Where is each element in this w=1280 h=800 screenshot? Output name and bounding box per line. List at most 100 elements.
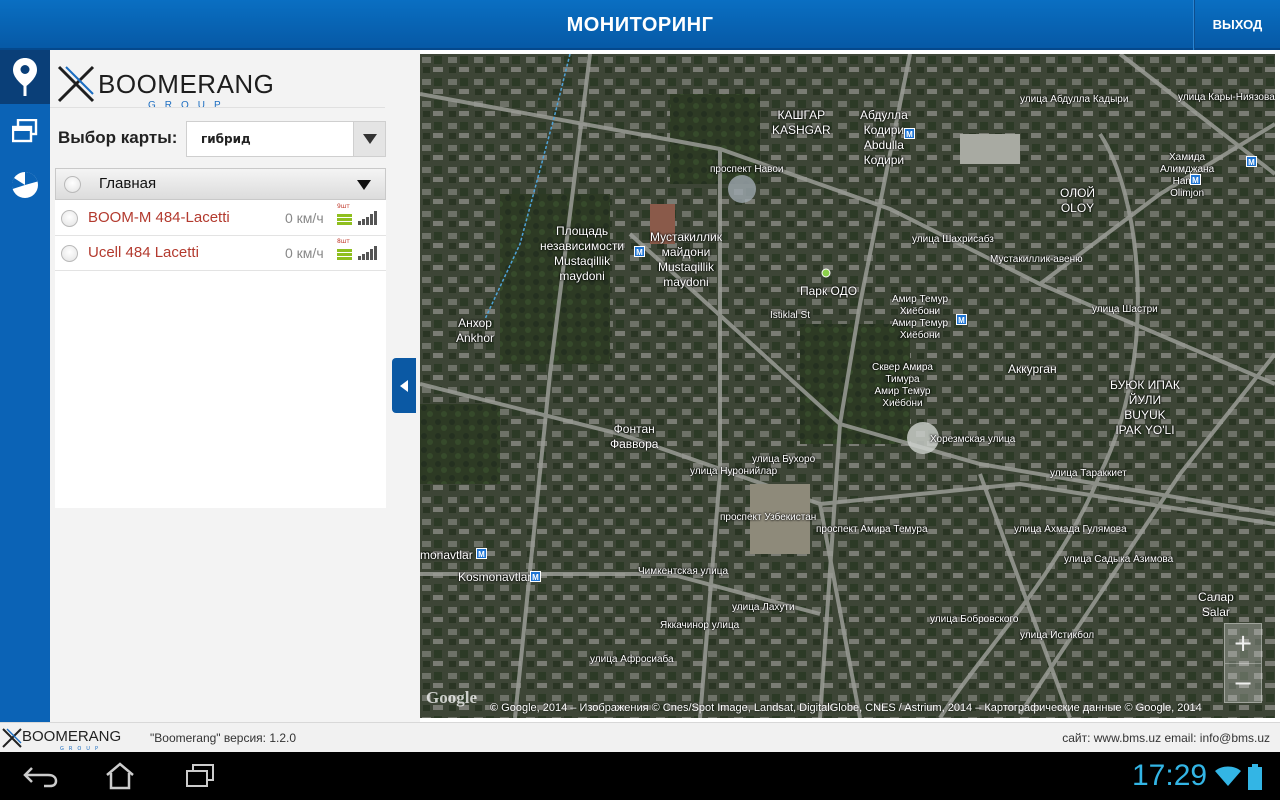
map-type-select[interactable]: гибрид (186, 121, 386, 157)
app-footer: BOOMERANG GROUP "Boomerang" версия: 1.2.… (0, 722, 1280, 752)
pie-chart-icon (11, 172, 38, 198)
map-label: Чимкентская улица (638, 566, 729, 577)
map-label: КАШГАР KASHGAR (772, 108, 831, 137)
map-label: улица Кары-Ниязова (1178, 92, 1275, 103)
zoom-out-button[interactable]: − (1225, 663, 1261, 702)
nav-windows-button[interactable] (0, 104, 50, 158)
page-title: МОНИТОРИНГ (566, 14, 714, 36)
caret-down-icon[interactable] (357, 180, 371, 190)
zoom-controls: + − (1224, 623, 1262, 703)
group-header[interactable]: Главная (55, 168, 386, 200)
collapse-panel-button[interactable] (392, 358, 416, 413)
vehicle-row[interactable]: Ucell 484 Lacetti 0 км/ч 8шт (55, 236, 386, 271)
side-nav-rail (0, 50, 50, 722)
map-label: Istiklal St (770, 310, 811, 321)
map-label: Парк ОДО (800, 284, 858, 298)
vehicle-speed: 0 км/ч (285, 210, 324, 226)
caret-down-icon (362, 134, 377, 144)
map-label: улица Бобровского (930, 614, 1019, 625)
map-label: улица Тараккиет (1050, 468, 1127, 479)
map-label: улица Абдулла Кадыри (1020, 94, 1129, 105)
footer-logo-text: BOOMERANG (22, 728, 122, 745)
satellite-indicator: 9шт (337, 203, 353, 227)
signal-strength-icon (358, 246, 377, 260)
map-label: проспект Узбекистан (720, 512, 817, 523)
satellite-indicator: 8шт (337, 238, 353, 262)
status-clock: 17:29 (1132, 759, 1208, 792)
map-label: Площадь независимости Mustaqillik maydoni (540, 224, 625, 283)
map-type-value: гибрид (201, 132, 251, 146)
map-label: Сквер Амира Тимура Амир Темур Хиёбони (872, 362, 933, 409)
satellite-bars-icon (337, 214, 352, 226)
vehicles-panel: BOOMERANG GROUP Выбор карты: гибрид Глав… (50, 50, 420, 722)
vehicle-name[interactable]: BOOM-M 484-Lacetti (88, 201, 230, 235)
vehicle-radio[interactable] (61, 210, 78, 227)
map-type-label: Выбор карты: (58, 128, 178, 147)
map-label: улица Шахрисабз (912, 234, 994, 245)
chevron-left-icon (400, 379, 408, 392)
satellite-bars-icon (337, 249, 352, 261)
app-version: "Boomerang" версия: 1.2.0 (150, 731, 297, 745)
recent-apps-button[interactable] (178, 760, 222, 792)
satellite-count: 9шт (337, 203, 350, 210)
wifi-icon (1215, 766, 1241, 786)
map-label: улица Шастри (1092, 304, 1158, 315)
map-label: Анхор Ankhor (456, 316, 495, 345)
map-copyright: © Google, 2014 – Изображения © Cnes/Spot… (490, 702, 1202, 714)
map-label: улица Лахути (732, 602, 795, 613)
metro-icon: M (904, 128, 915, 139)
nav-monitoring-button[interactable] (0, 50, 50, 104)
satellite-count: 8шт (337, 238, 350, 245)
app-header: МОНИТОРИНГ ВЫХОД (0, 0, 1280, 50)
back-arrow-icon (23, 767, 58, 788)
map-label: Мустакиллик-авеню (990, 254, 1083, 265)
map-label: Фонтан Фаввора (610, 422, 659, 451)
map-label: Амир Темур Хиёбони Амир Темур Хиёбони (892, 294, 949, 341)
map-label: улица Садыка Азимова (1064, 554, 1174, 565)
map-pin-icon (13, 58, 37, 96)
map-label: Аккурган (1008, 362, 1057, 376)
home-button[interactable] (98, 760, 142, 792)
map-label: улица Бухоро (752, 454, 816, 465)
exit-button[interactable]: ВЫХОД (1194, 0, 1280, 50)
battery-icon (1248, 764, 1262, 790)
boomerang-logo: BOOMERANG GROUP (54, 58, 275, 111)
contact-info: сайт: www.bms.uz email: info@bms.uz (1062, 731, 1270, 745)
map-view[interactable]: КАШГАР KASHGAR Абдулла Кодири Abdulla Кодири… (420, 54, 1275, 718)
zoom-in-button[interactable]: + (1225, 624, 1261, 663)
map-label: Салар Salar (1198, 590, 1234, 619)
system-nav-bar: 17:29 (0, 752, 1280, 800)
map-label: Хамида Алимджана Hamid Olimjon (1160, 152, 1215, 199)
map-label: Хорезмская улица (930, 434, 1016, 445)
map-label: улица Нуронийлар (690, 466, 778, 477)
vehicle-row[interactable]: BOOM-M 484-Lacetti 0 км/ч 9шт (55, 201, 386, 236)
map-label: monavtlar (420, 548, 473, 562)
map-label: БУЮК ИПАК ЙУЛИ BUYUK IPAK YO'LI (1110, 378, 1180, 437)
map-label: проспект Амира Темура (816, 524, 928, 535)
map-label: улица Истикбол (1020, 630, 1095, 641)
metro-icon: M (476, 548, 487, 559)
map-label: Мустакиллик майдони Mustaqillik maydoni (650, 230, 722, 289)
vehicle-radio[interactable] (61, 245, 78, 262)
vehicle-name[interactable]: Ucell 484 Lacetti (88, 236, 199, 270)
back-button[interactable] (18, 760, 62, 792)
boomerang-x-icon (57, 65, 95, 103)
group-radio[interactable] (64, 176, 81, 193)
recent-apps-icon (186, 764, 214, 787)
google-logo: Google (426, 688, 477, 707)
group-name: Главная (99, 175, 157, 192)
dropdown-arrow[interactable] (353, 122, 385, 156)
logo-subtext: GROUP (148, 100, 230, 111)
map-label: ОЛОЙ OLOY (1060, 186, 1096, 215)
logo-text: BOOMERANG (98, 69, 275, 99)
metro-icon: M (1246, 156, 1257, 167)
map-label: проспект Навои (710, 164, 784, 175)
map-label: Яккачинор улица (660, 620, 740, 631)
divider (50, 107, 385, 108)
metro-icon: M (1190, 174, 1201, 185)
metro-icon: M (634, 246, 645, 257)
map-label: улица Ахмада Гулямова (1014, 524, 1127, 535)
map-label: Kosmonavtlar (458, 570, 532, 584)
nav-reports-button[interactable] (0, 158, 50, 212)
metro-icon: M (530, 571, 541, 582)
